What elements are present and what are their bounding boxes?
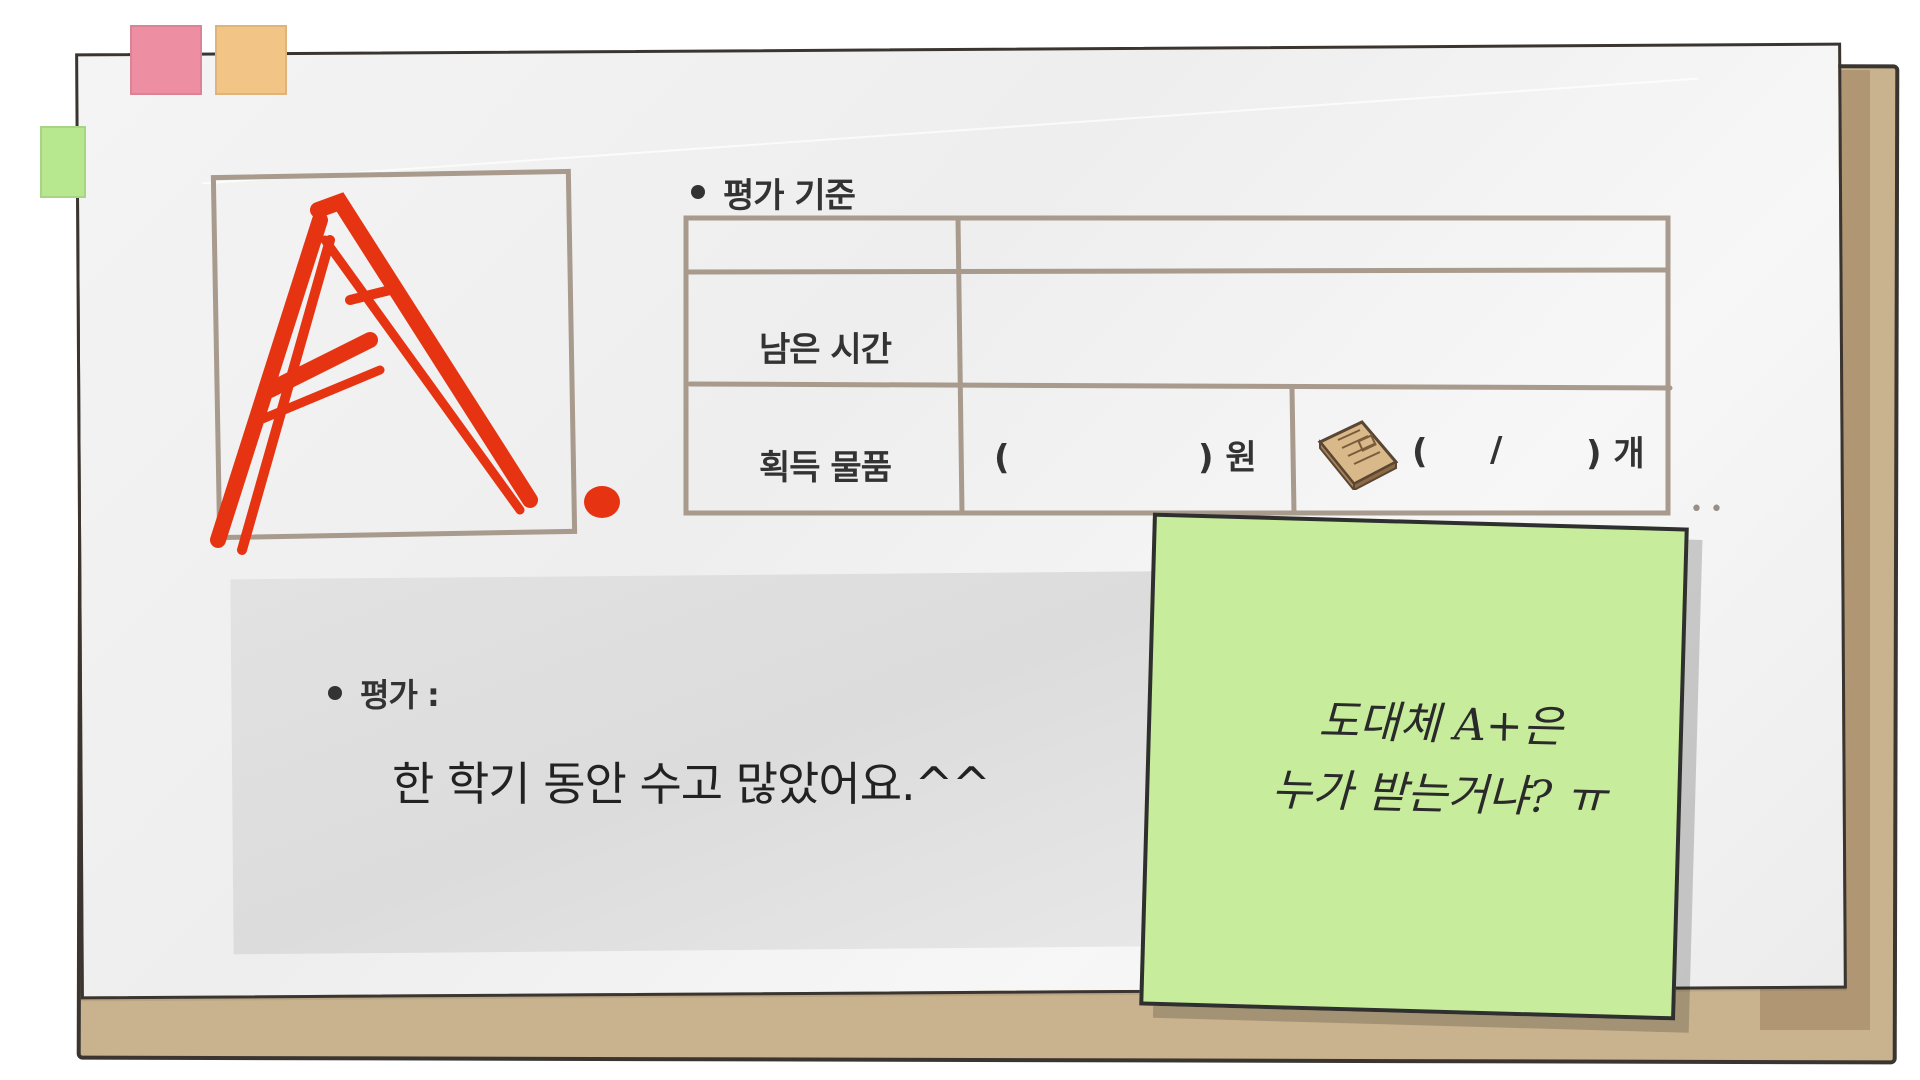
book-icon <box>1317 420 1399 490</box>
evaluation-bullet <box>328 686 342 700</box>
tab-pink-bookmark <box>130 25 202 95</box>
sticky-note-text: 도대체 A+은 누가 받는거냐? ㅠ <box>1271 695 1608 825</box>
tab-orange-bookmark <box>215 25 287 95</box>
criteria-bullet <box>691 185 705 199</box>
grade-letter-mark: A. <box>210 192 620 555</box>
count-slash: / <box>1490 430 1503 470</box>
evaluation-label: 평가 : <box>360 676 440 714</box>
acquired-items-label: 획득 물품 <box>759 448 892 488</box>
tab-green-bookmark <box>40 126 86 198</box>
remaining-time-label: 남은 시간 <box>759 330 892 370</box>
count-close-unit: ) 개 <box>1586 434 1645 474</box>
pencil-dots: • • <box>1690 497 1723 522</box>
count-open-paren: ( <box>1412 432 1428 472</box>
money-open-paren: ( <box>994 438 1010 478</box>
criteria-title: 평가 기준 <box>723 176 856 216</box>
money-close-unit: ) 원 <box>1198 438 1257 478</box>
evaluation-comment: 한 학기 동안 수고 많았어요.^^ <box>392 757 991 811</box>
